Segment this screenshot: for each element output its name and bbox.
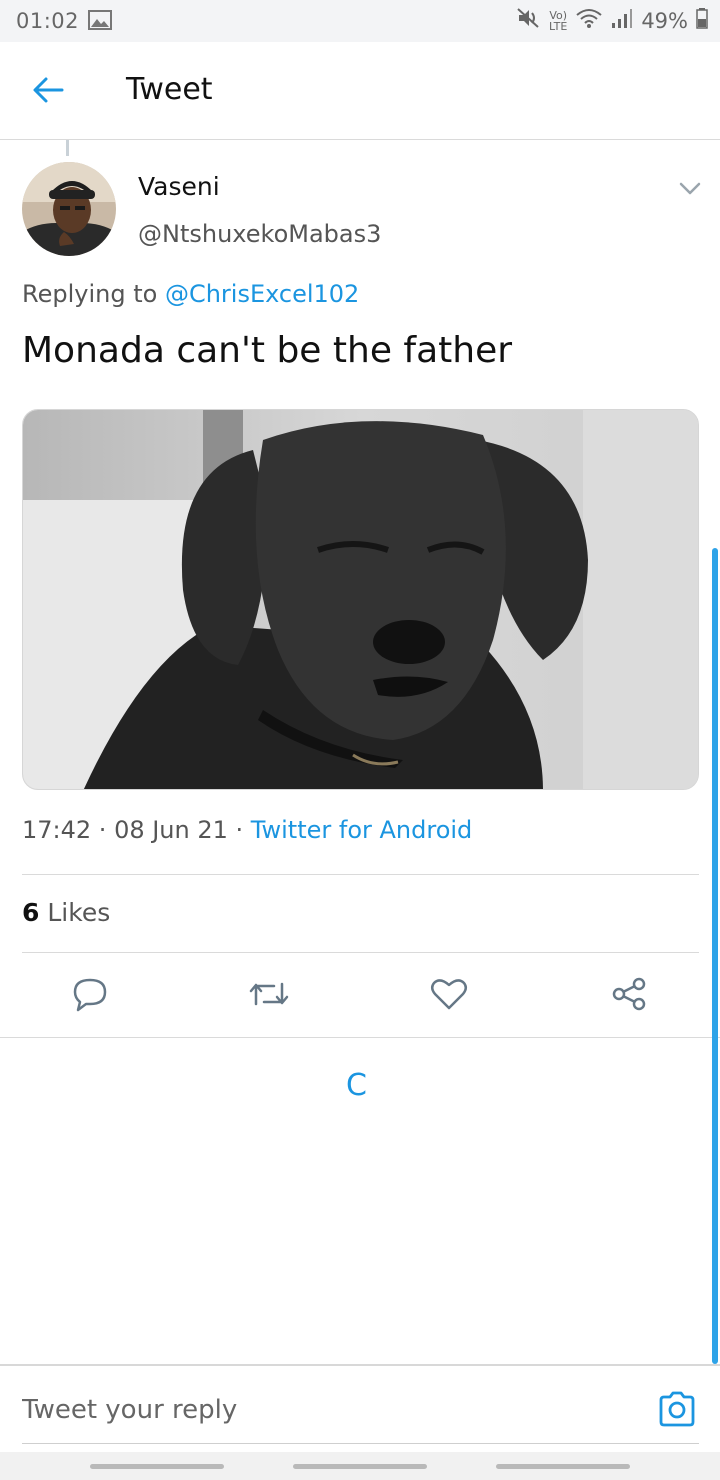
share-icon (610, 977, 648, 1015)
reply-button[interactable] (67, 976, 113, 1016)
author-handle[interactable]: @NtshuxekoMabas3 (138, 220, 381, 248)
divider (0, 1037, 720, 1038)
nav-back-button[interactable] (496, 1464, 630, 1469)
wifi-icon (575, 7, 603, 34)
lte-label: LTE (549, 19, 568, 33)
tweet-action-bar (0, 956, 720, 1036)
comment-icon (70, 976, 110, 1016)
mute-icon (515, 7, 541, 34)
volte-indicator: Vo) LTE (549, 10, 567, 32)
likes-label: Likes (39, 898, 111, 927)
divider (22, 874, 699, 875)
heart-icon (430, 977, 468, 1015)
status-time: 01:02 (16, 9, 80, 33)
more-options-button[interactable] (672, 172, 708, 204)
replying-prefix: Replying to (22, 280, 165, 308)
avatar[interactable] (22, 162, 116, 256)
reply-underline (22, 1443, 699, 1444)
camera-button[interactable] (656, 1388, 698, 1430)
chevron-down-icon (672, 182, 708, 208)
battery-level: 49% (641, 8, 688, 33)
retweet-icon (248, 978, 290, 1014)
tweet-source-link[interactable]: Twitter for Android (251, 816, 472, 844)
camera-icon (656, 1391, 698, 1434)
meta-separator: · (227, 816, 251, 844)
reply-composer (0, 1364, 720, 1446)
nav-home-button[interactable] (293, 1464, 427, 1469)
retweet-button[interactable] (246, 976, 292, 1016)
likes-summary[interactable]: 6 Likes (22, 898, 110, 927)
status-bar: 01:02 Vo) LTE 49% (0, 0, 720, 42)
app-header: Tweet (0, 42, 720, 140)
back-button[interactable] (26, 70, 70, 114)
meta-separator: · (91, 816, 115, 844)
tweet-image[interactable] (22, 409, 699, 790)
tweet-text: Monada can't be the father (22, 330, 513, 371)
replying-to-line: Replying to @ChrisExcel102 (22, 280, 359, 308)
likes-count: 6 (22, 898, 40, 927)
tweet-metadata: 17:42 · 08 Jun 21 · Twitter for Android (22, 816, 472, 844)
signal-icon (611, 7, 633, 34)
arrow-left-icon (32, 76, 64, 108)
reply-input[interactable] (22, 1390, 622, 1430)
divider (22, 952, 699, 953)
page-title: Tweet (126, 72, 213, 107)
share-button[interactable] (606, 976, 652, 1016)
gallery-notification-icon (88, 10, 112, 34)
author-name[interactable]: Vaseni (138, 172, 220, 201)
replying-to-handle-link[interactable]: @ChrisExcel102 (165, 280, 359, 308)
system-navigation-bar (0, 1452, 720, 1480)
like-button[interactable] (426, 976, 472, 1016)
tweet-time: 17:42 (22, 816, 92, 844)
thread-connector (66, 140, 69, 156)
scrollbar[interactable] (712, 548, 718, 1364)
tweet-date: 08 Jun 21 (114, 816, 228, 844)
battery-icon (696, 7, 708, 34)
nav-recents-button[interactable] (90, 1464, 224, 1469)
status-indicators: Vo) LTE 49% (515, 7, 708, 34)
loading-spinner: C (346, 1068, 367, 1103)
